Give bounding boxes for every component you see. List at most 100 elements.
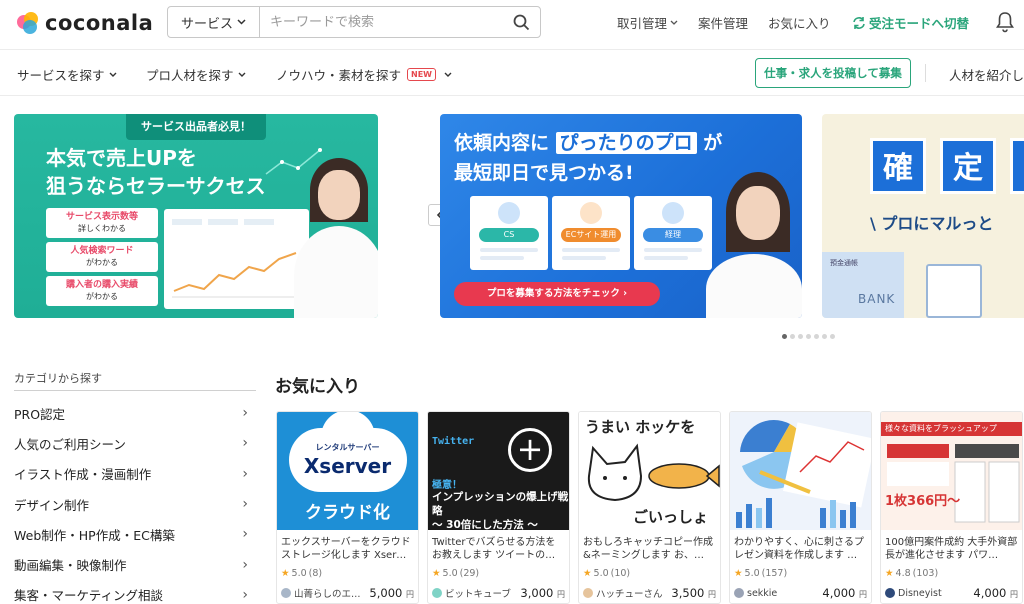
review-count: (29) xyxy=(459,568,480,579)
pro-card-label: CS xyxy=(479,228,539,242)
carousel-dot[interactable] xyxy=(790,334,795,339)
search-category-select[interactable]: サービス xyxy=(168,7,260,37)
search-icon xyxy=(513,14,529,30)
text-line xyxy=(480,256,524,260)
banner-find-pros[interactable]: 依頼内容に ぴったりのプロ が 最短即日で見つかる! CS ECサイト運用 経理… xyxy=(440,114,802,318)
banner-tag-sub: がわかる xyxy=(86,292,118,301)
nav-favorites-label: お気に入り xyxy=(768,16,831,31)
subnav-find-knowhow[interactable]: ノウハウ・素材を探す NEW xyxy=(276,65,452,84)
nav-project-management[interactable]: 案件管理 xyxy=(698,13,748,32)
divider xyxy=(925,64,926,82)
bell-icon xyxy=(996,12,1014,33)
price: 3,000 円 xyxy=(520,586,565,600)
sidebar-item-design[interactable]: デザイン制作 › xyxy=(14,489,254,519)
service-thumbnail: レンタルサーバー Xserver クラウド化 xyxy=(277,412,418,530)
subnav-introduce-talent[interactable]: 人材を紹介し xyxy=(949,65,1024,84)
price-value: 3,000 xyxy=(520,586,554,600)
seller-name: Disneyist xyxy=(898,587,942,599)
avatar xyxy=(734,588,744,598)
service-thumbnail: 様々な資料をブラッシュアップ 1枚366円〜 xyxy=(881,412,1022,530)
avatar xyxy=(281,588,291,598)
avatar xyxy=(580,202,602,224)
sidebar-item-web[interactable]: Web制作・HP作成・EC構築 › xyxy=(14,519,254,549)
chevron-right-icon: › xyxy=(242,496,248,513)
service-card[interactable]: うまい ホッケを ごいっしょに おもしろキャッチコピー作成&ネーミングします お… xyxy=(578,411,721,604)
search-button[interactable] xyxy=(502,7,540,37)
chevron-right-icon: › xyxy=(242,526,248,543)
banner-headline-line2: 狙うならセラーサクセス xyxy=(46,174,266,198)
pro-card: ECサイト運用 xyxy=(552,196,630,270)
rating-value: 5.0 xyxy=(291,568,307,579)
seller-name: 山菁らしのエ… xyxy=(294,589,361,600)
price-unit: 円 xyxy=(859,590,867,599)
thumb-text: Xserver xyxy=(303,454,392,478)
sidebar-item-marketing[interactable]: 集客・マーケティング相談 › xyxy=(14,580,254,604)
plus-icon: + xyxy=(508,428,552,472)
price: 5,000 円 xyxy=(369,586,414,600)
service-card[interactable]: レンタルサーバー Xserver クラウド化 エックスサーバーをクラウドストレー… xyxy=(276,411,419,604)
card-footer: sekkie 4,000 円 xyxy=(734,586,867,600)
sidebar-item-popular-scenes[interactable]: 人気のご利用シーン › xyxy=(14,428,254,458)
rating: ★ 5.0 (8) xyxy=(277,568,418,579)
chevron-down-icon xyxy=(444,72,452,77)
slides-illustration xyxy=(887,444,1020,523)
price-unit: 円 xyxy=(406,590,414,599)
search-input[interactable] xyxy=(260,7,502,37)
banner-headline-line1: 本気で売上UPを xyxy=(46,146,197,170)
rating: ★ 5.0 (157) xyxy=(730,568,871,579)
nav-transaction-management[interactable]: 取引管理 xyxy=(617,13,678,32)
sidebar-item-label: 動画編集・映像制作 xyxy=(14,558,127,574)
price-unit: 円 xyxy=(708,590,716,599)
seller-name: ビットキューブ xyxy=(445,589,511,600)
seller: Disneyist xyxy=(885,588,942,599)
service-title: わかりやすく、心に刺さるプレゼン資料を作成します … xyxy=(734,537,864,561)
chevron-down-icon xyxy=(109,72,117,77)
sidebar-item-label: 人気のご利用シーン xyxy=(14,436,126,452)
nav-favorites[interactable]: お気に入り xyxy=(768,13,831,32)
service-card[interactable]: わかりやすく、心に刺さるプレゼン資料を作成します … ★ 5.0 (157) s… xyxy=(729,411,872,604)
seller-name: sekkie xyxy=(747,587,778,599)
notification-button[interactable] xyxy=(996,11,1014,37)
chevron-right-icon: › xyxy=(242,465,248,482)
carousel-dot[interactable] xyxy=(806,334,811,339)
logo-mark-icon xyxy=(17,12,39,34)
carousel-dot[interactable] xyxy=(830,334,835,339)
banner-tag: 人気検索ワード がわかる xyxy=(46,242,158,272)
price-unit: 円 xyxy=(557,590,565,599)
banner-cta-button[interactable]: プロを募集する方法をチェック › xyxy=(454,282,660,306)
post-job-button[interactable]: 仕事・求人を投稿して募集 xyxy=(755,58,911,88)
new-badge: NEW xyxy=(407,68,436,81)
carousel-dot[interactable] xyxy=(782,334,787,339)
rating-value: 5.0 xyxy=(744,568,760,579)
mode-switch-label: 受注モードへ切替 xyxy=(869,16,970,31)
price-unit: 円 xyxy=(1010,590,1018,599)
coconala-logo[interactable]: coconala xyxy=(17,8,153,38)
carousel-dot[interactable] xyxy=(798,334,803,339)
nav-project-label: 案件管理 xyxy=(698,16,749,31)
search-bar: サービス xyxy=(167,6,541,38)
carousel-dot[interactable] xyxy=(814,334,819,339)
service-card[interactable]: Twitter + 極意！ インプレッションの爆上げ戦略 〜 30倍にした方法 … xyxy=(427,411,570,604)
favorites-title: お気に入り xyxy=(275,377,360,397)
banner-char: 確 xyxy=(870,138,926,194)
avatar xyxy=(498,202,520,224)
thumb-text: うまい ホッケを xyxy=(585,418,696,436)
mode-switch-link[interactable]: 受注モードへ切替 xyxy=(852,13,969,32)
sidebar-item-illustration[interactable]: イラスト作成・漫画制作 › xyxy=(14,459,254,489)
sidebar-item-pro-certified[interactable]: PRO認定 › xyxy=(14,398,254,428)
banner-subline: \ プロにマルっと xyxy=(870,214,994,233)
chevron-right-icon: › xyxy=(242,405,248,422)
avatar xyxy=(583,588,593,598)
banner-tax-return[interactable]: 確 定 申 \ プロにマルっと 預金通帳 BANK xyxy=(822,114,1024,318)
banner-headline-suffix: が xyxy=(703,132,723,154)
banner-tag-sub: 詳しくわかる xyxy=(78,224,126,233)
subnav-find-services[interactable]: サービスを探す xyxy=(17,65,117,84)
banner-seller-success[interactable]: サービス出品者必見！ 本気で売上UPを 狙うならセラーサクセス サービス表示数等… xyxy=(14,114,378,318)
text-line xyxy=(562,256,606,260)
service-card[interactable]: 様々な資料をブラッシュアップ 1枚366円〜 100億円案件成約 大手外資部長が… xyxy=(880,411,1023,604)
text-line xyxy=(480,248,538,252)
star-icon: ★ xyxy=(885,568,894,579)
subnav-find-pros[interactable]: プロ人材を探す xyxy=(146,65,246,84)
carousel-dot[interactable] xyxy=(822,334,827,339)
sidebar-item-video[interactable]: 動画編集・映像制作 › xyxy=(14,549,254,579)
